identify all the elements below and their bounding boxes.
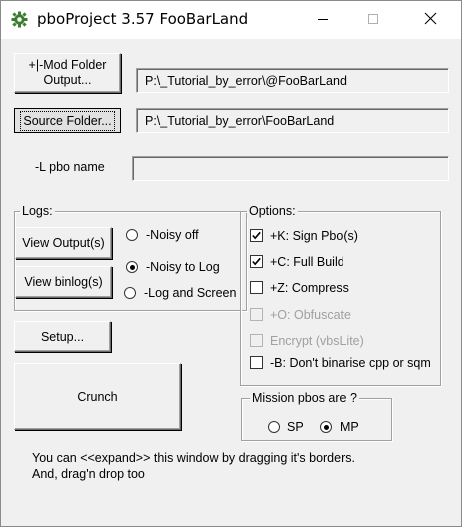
mission-group-title: Mission pbos are ? (250, 391, 359, 405)
maximize-button[interactable] (350, 1, 396, 39)
expand-hint: You can <<expand>> this window by draggi… (32, 451, 355, 465)
pbo-name-field[interactable] (132, 156, 449, 181)
options-group-title: Options: (247, 204, 298, 218)
logs-group-title: Logs: (20, 204, 55, 218)
view-binlog-button[interactable]: View binlog(s) (15, 266, 112, 298)
source-folder-field[interactable]: P:\_Tutorial_by_error\FooBarLand (136, 108, 449, 133)
title-bar[interactable]: pboProject 3.57 FooBarLand (1, 1, 461, 39)
close-icon (424, 12, 437, 28)
log-and-screen-radio[interactable] (124, 287, 136, 299)
app-window: pboProject 3.57 FooBarLand +|-Mod Folder… (0, 0, 462, 527)
log-and-screen-label: -Log and Screen (144, 286, 237, 300)
gear-icon (11, 11, 28, 28)
compress-checkbox[interactable] (250, 281, 263, 294)
source-folder-button-label: Source Folder... (20, 110, 115, 131)
pbo-name-label: -L pbo name (35, 160, 105, 174)
minimize-icon (317, 13, 329, 28)
encrypt-label: Encrypt (vbsLite) (270, 334, 364, 348)
crunch-button[interactable]: Crunch (14, 363, 181, 430)
full-build-label: +C: Full Build (270, 255, 343, 269)
obfuscate-checkbox[interactable] (250, 308, 263, 321)
mp-label: MP (340, 420, 359, 434)
mod-folder-output-button[interactable]: +|-Mod Folder Output... (14, 53, 121, 93)
close-button[interactable] (407, 1, 453, 39)
obfuscate-label: +O: Obfuscate (270, 308, 351, 322)
sign-pbo-label: +K: Sign Pbo(s) (270, 229, 358, 243)
mp-radio[interactable] (320, 421, 332, 433)
compress-label: +Z: Compress (270, 281, 349, 295)
view-output-button[interactable]: View Output(s) (15, 227, 112, 259)
full-build-checkbox[interactable] (250, 255, 263, 268)
setup-button[interactable]: Setup... (14, 321, 111, 352)
noisy-off-radio[interactable] (126, 229, 138, 241)
sp-radio[interactable] (268, 421, 280, 433)
noisy-off-label: -Noisy off (146, 228, 199, 242)
encrypt-checkbox[interactable] (250, 334, 263, 347)
maximize-icon (367, 13, 379, 28)
dont-binarise-label: -B: Don't binarise cpp or sqm (270, 356, 431, 370)
noisy-to-log-radio[interactable] (126, 261, 138, 273)
sign-pbo-checkbox[interactable] (250, 229, 263, 242)
mod-folder-field[interactable]: P:\_Tutorial_by_error\@FooBarLand (136, 68, 449, 93)
drag-drop-hint: And, drag'n drop too (32, 467, 145, 481)
source-folder-button[interactable]: Source Folder... (14, 108, 121, 133)
noisy-to-log-label: -Noisy to Log (146, 260, 220, 274)
dont-binarise-checkbox[interactable] (250, 356, 263, 369)
minimize-button[interactable] (300, 1, 346, 39)
sp-label: SP (287, 420, 304, 434)
window-title: pboProject 3.57 FooBarLand (37, 10, 249, 28)
